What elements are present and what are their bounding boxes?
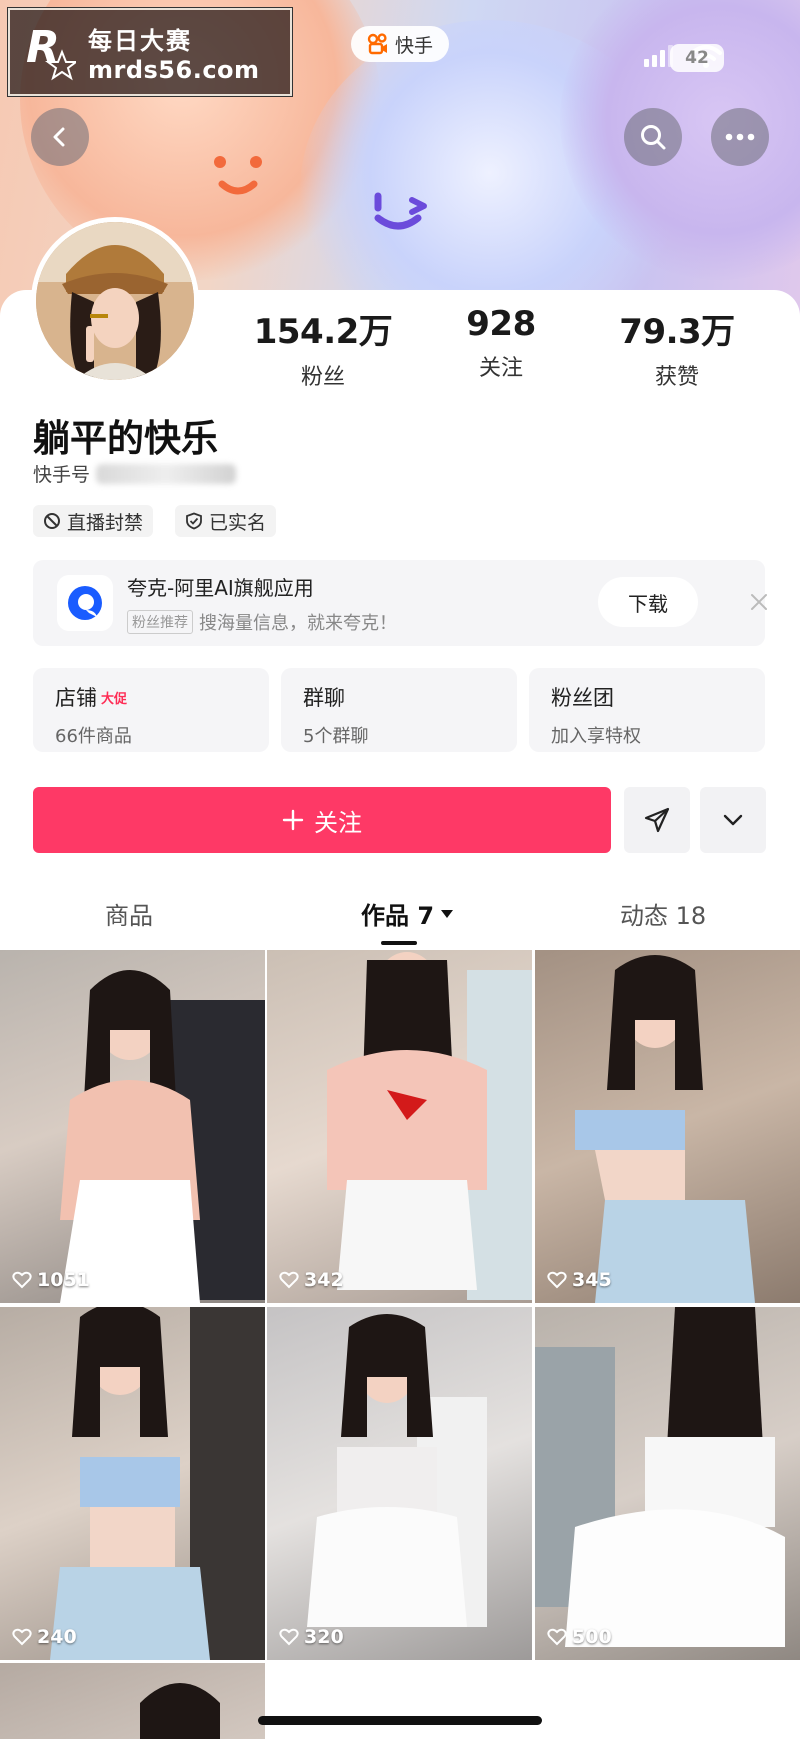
thumbnail-image <box>535 1307 785 1647</box>
kuaishou-id-row[interactable]: 快手号 <box>33 460 237 487</box>
more-dots-icon <box>725 133 755 141</box>
tag-verified: 已实名 <box>175 505 277 537</box>
home-indicator <box>258 1716 542 1725</box>
stat-value: 154.2万 <box>253 312 393 352</box>
like-count: 240 <box>37 1626 77 1648</box>
like-count: 500 <box>572 1626 612 1648</box>
stat-value: 928 <box>466 304 536 344</box>
avatar-photo <box>36 222 194 380</box>
tab-label: 作品 7 <box>361 902 435 930</box>
more-options-button[interactable] <box>711 108 769 166</box>
plus-icon <box>282 809 304 831</box>
ban-icon <box>44 513 60 529</box>
follow-button[interactable]: 关注 <box>33 787 611 853</box>
app-name: 快手 <box>394 34 433 57</box>
follow-label: 关注 <box>314 808 362 837</box>
search-icon <box>641 125 666 150</box>
watermark-title: 每日大赛 <box>88 26 192 55</box>
quark-logo-icon <box>57 575 113 631</box>
like-count: 320 <box>304 1626 344 1648</box>
like-count: 345 <box>572 1269 612 1291</box>
profile-name: 躺平的快乐 <box>33 417 218 460</box>
site-watermark: R 每日大赛 mrds56.com <box>7 7 293 97</box>
watermark-logo-icon: R <box>26 22 76 81</box>
shortcut-title: 店铺 <box>55 686 97 710</box>
heart-icon <box>279 1271 299 1289</box>
video-thumbnail[interactable]: 320 <box>267 1307 532 1660</box>
heart-icon <box>12 1628 32 1646</box>
thumbnail-image <box>60 970 265 1303</box>
ad-subtitle: 搜海量信息，就来夸克！ <box>199 612 397 634</box>
caret-down-icon <box>441 909 454 918</box>
watermark-url: mrds56.com <box>88 55 260 84</box>
promo-badge: 大促 <box>101 691 128 707</box>
video-thumbnail[interactable]: 1051 <box>0 950 265 1303</box>
video-thumbnail[interactable]: 500 <box>535 1307 800 1660</box>
shortcut-subtitle: 66件商品 <box>55 726 132 747</box>
shortcut-subtitle: 5个群聊 <box>303 726 369 747</box>
smile-face-icon <box>214 156 262 195</box>
tag-label: 直播封禁 <box>67 511 144 534</box>
tab-works[interactable]: 作品 7 <box>361 896 454 931</box>
close-icon[interactable] <box>747 590 771 614</box>
wink-face-icon <box>374 192 427 230</box>
video-thumbnail[interactable]: 240 <box>0 1307 265 1660</box>
shortcut-group-chat[interactable]: 群聊 5个群聊 <box>281 668 517 752</box>
avatar[interactable] <box>31 217 199 385</box>
thumbnail-image <box>307 1314 487 1627</box>
shortcut-title: 群聊 <box>303 686 345 710</box>
like-count: 1051 <box>37 1269 90 1291</box>
battery-level: 42 <box>685 48 709 68</box>
thumbnail-image <box>575 955 755 1303</box>
active-tab-indicator <box>381 941 417 945</box>
ad-badge: 粉丝推荐 <box>127 609 193 634</box>
stat-likes[interactable]: 79.3万 获赞 <box>597 304 757 391</box>
kuaishou-id-redacted <box>96 463 237 484</box>
shortcut-title: 粉丝团 <box>551 686 614 710</box>
search-button[interactable] <box>624 108 682 166</box>
like-count: 342 <box>304 1269 344 1291</box>
svg-text:R: R <box>26 22 60 73</box>
video-thumbnail[interactable]: 342 <box>267 950 532 1303</box>
send-message-button[interactable] <box>624 787 690 853</box>
video-thumbnail[interactable] <box>0 1663 265 1739</box>
thumbnail-image <box>50 1307 265 1660</box>
stat-label: 关注 <box>478 356 523 381</box>
thumbnail-image <box>327 952 532 1300</box>
stat-label: 获赞 <box>654 365 699 390</box>
tag-label: 已实名 <box>209 511 267 534</box>
back-button[interactable] <box>31 108 89 166</box>
shortcut-fan-club[interactable]: 粉丝团 加入享特权 <box>529 668 765 752</box>
kuaishou-id-label: 快手号 <box>33 464 91 486</box>
stat-label: 粉丝 <box>300 365 345 390</box>
heart-icon <box>279 1628 299 1646</box>
stat-following[interactable]: 928 关注 <box>421 304 581 382</box>
battery-indicator: 42 <box>670 44 724 72</box>
tab-moments[interactable]: 动态 18 <box>620 896 706 931</box>
chevron-down-icon <box>723 814 743 826</box>
chevron-left-icon <box>53 127 65 147</box>
heart-icon <box>547 1271 567 1289</box>
heart-icon <box>12 1271 32 1289</box>
stat-followers[interactable]: 154.2万 粉丝 <box>243 304 403 391</box>
ad-title: 夸克-阿里AI旗舰应用 <box>127 575 314 600</box>
ad-download-button[interactable]: 下载 <box>598 577 698 627</box>
tab-products[interactable]: 商品 <box>105 896 153 931</box>
shield-check-icon <box>186 512 202 530</box>
tag-live-banned: 直播封禁 <box>33 505 154 537</box>
kuaishou-logo-icon <box>367 33 387 55</box>
quark-logo-glyph <box>68 586 102 620</box>
shortcut-shop[interactable]: 店铺 大促 66件商品 <box>33 668 269 752</box>
video-thumbnail[interactable]: 345 <box>535 950 800 1303</box>
stat-value: 79.3万 <box>619 312 735 352</box>
send-icon <box>644 807 670 833</box>
shortcut-subtitle: 加入享特权 <box>551 726 641 747</box>
app-indicator-pill: 快手 <box>351 26 449 62</box>
heart-icon <box>547 1628 567 1646</box>
thumbnail-image <box>140 1683 220 1739</box>
app-ad-banner[interactable]: 夸克-阿里AI旗舰应用 粉丝推荐 搜海量信息，就来夸克！ 下载 <box>33 560 767 646</box>
more-actions-button[interactable] <box>700 787 766 853</box>
